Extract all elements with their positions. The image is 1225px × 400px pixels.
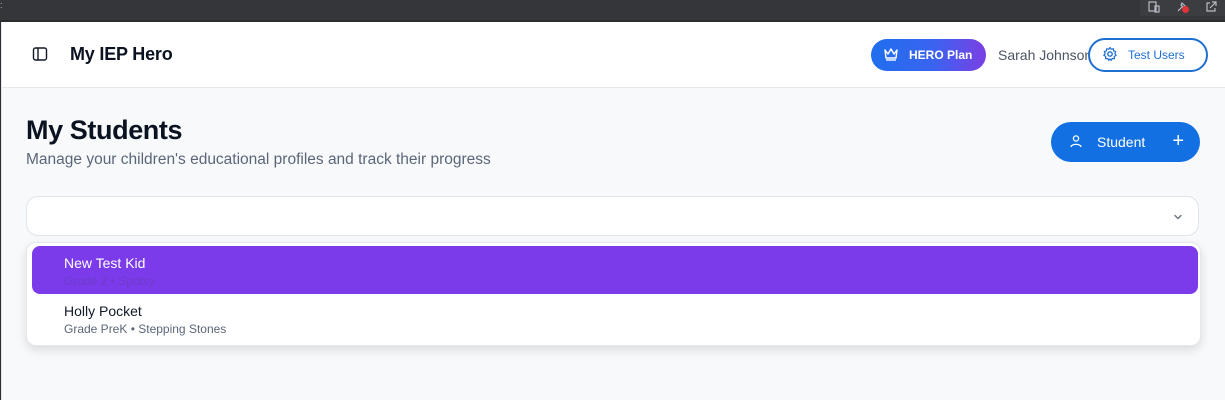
gear-icon <box>1102 46 1118 65</box>
student-option-meta: Grade 2 • Spotsy <box>64 274 155 288</box>
device-toggle-icon[interactable] <box>1148 0 1160 16</box>
student-option-name: New Test Kid <box>64 255 146 271</box>
app-page: My IEP Hero HERO Plan Sarah Johnson Test… <box>1 22 1225 400</box>
plus-icon: + <box>1172 130 1184 152</box>
notification-dot <box>1182 5 1189 13</box>
hero-plan-label: HERO Plan <box>909 48 973 62</box>
add-student-label: Student <box>1097 134 1146 150</box>
pin-icon[interactable] <box>1176 1 1189 16</box>
crown-icon <box>883 47 899 64</box>
external-link-icon[interactable] <box>1205 0 1217 16</box>
student-select[interactable] <box>26 196 1199 236</box>
hero-plan-badge[interactable]: HERO Plan <box>871 39 986 71</box>
browser-edge-mark: : <box>0 0 3 10</box>
student-option-name: Holly Pocket <box>64 303 142 319</box>
user-name[interactable]: Sarah Johnson <box>998 47 1090 63</box>
user-icon <box>1069 134 1083 151</box>
page-subtitle: Manage your children's educational profi… <box>26 151 491 168</box>
browser-top-bar: : <box>0 0 1225 20</box>
student-option[interactable]: Holly Pocket Grade PreK • Stepping Stone… <box>32 294 1198 342</box>
sidebar-toggle-button[interactable] <box>30 46 50 66</box>
test-users-button[interactable]: Test Users <box>1088 38 1208 72</box>
student-option[interactable]: New Test Kid Grade 2 • Spotsy <box>32 246 1198 294</box>
app-header: My IEP Hero HERO Plan Sarah Johnson Test… <box>2 22 1225 88</box>
browser-toolbar <box>1140 0 1225 16</box>
sidebar-panel-icon <box>32 46 48 67</box>
student-dropdown: New Test Kid Grade 2 • Spotsy Holly Pock… <box>26 242 1201 346</box>
page-title: My Students <box>26 115 183 145</box>
add-student-button[interactable]: Student + <box>1051 122 1200 162</box>
test-users-label: Test Users <box>1128 48 1185 62</box>
chevron-down-icon <box>1172 210 1184 228</box>
student-option-meta: Grade PreK • Stepping Stones <box>64 322 227 336</box>
app-title: My IEP Hero <box>70 44 173 64</box>
